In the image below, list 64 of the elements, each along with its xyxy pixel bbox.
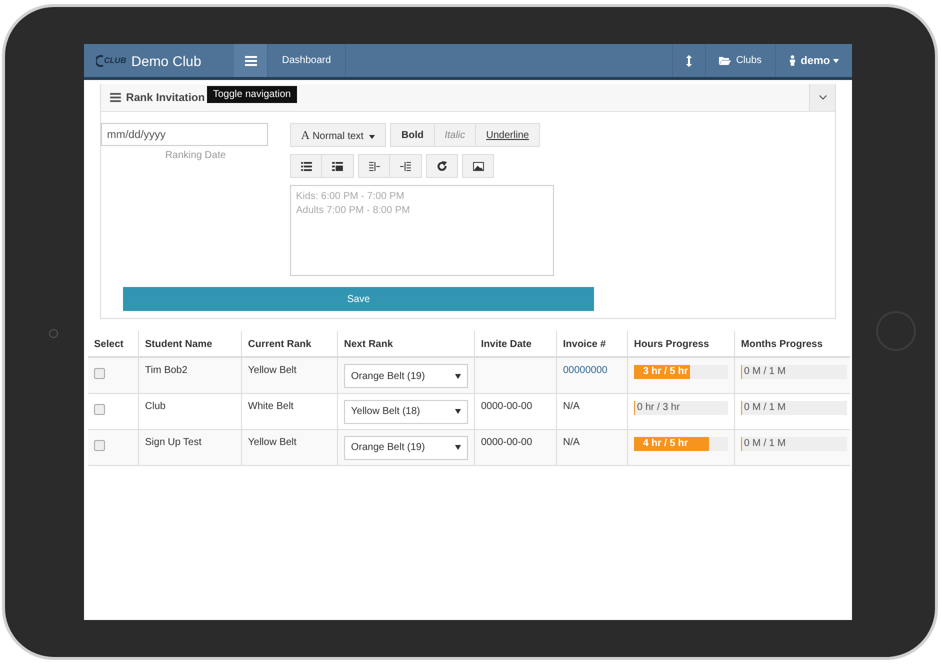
checkbox[interactable] xyxy=(94,368,105,379)
progress-label: 0 M / 1 M xyxy=(743,400,787,414)
nav-link[interactable]: Dashboard xyxy=(268,44,346,77)
table-cell: Yellow Belt xyxy=(248,365,297,376)
editor-text: Adults 7:00 PM - 8:00 PM xyxy=(296,204,411,218)
progress-label: 0 M / 1 M xyxy=(743,365,787,379)
chevron-down-icon xyxy=(818,95,826,100)
underline-button[interactable]: Underline xyxy=(476,123,540,147)
rank-select[interactable]: Yellow Belt (18) xyxy=(344,400,468,424)
person-icon xyxy=(788,55,796,66)
folder-icon xyxy=(719,56,732,65)
caret-icon xyxy=(455,445,461,450)
checkbox[interactable] xyxy=(94,440,105,450)
undo-button[interactable] xyxy=(426,154,458,178)
image-icon xyxy=(472,162,484,170)
outdent-button[interactable] xyxy=(358,154,390,178)
menu-icon xyxy=(244,56,256,66)
invoice-link[interactable]: 00000000 xyxy=(563,365,608,376)
number-list-button[interactable] xyxy=(322,154,354,178)
logo-text: CLUB xyxy=(104,56,126,65)
caret-icon xyxy=(455,374,461,378)
camera-icon xyxy=(49,329,58,338)
list-icon xyxy=(300,162,312,170)
tooltip: Toggle navigation xyxy=(207,86,297,103)
logo-icon xyxy=(96,54,104,66)
menu-icon xyxy=(110,93,121,102)
editor-text: Kids: 6:00 PM - 7:00 PM xyxy=(296,190,406,204)
table-cell: Club xyxy=(145,400,166,412)
table-cell: 0000-00-00 xyxy=(481,400,532,412)
bold-button[interactable]: Bold xyxy=(390,123,435,147)
checkbox[interactable] xyxy=(94,404,105,414)
table-cell: Tim Bob2 xyxy=(145,365,188,376)
indent-button[interactable] xyxy=(390,154,422,178)
redo-icon xyxy=(437,161,447,171)
user-menu-button[interactable]: demo xyxy=(774,44,852,77)
indent-icon xyxy=(400,162,411,170)
image-button[interactable] xyxy=(462,154,494,178)
clubs-button[interactable]: Clubs xyxy=(705,44,775,77)
text-style-dropdown[interactable]: A Normal text xyxy=(290,123,386,147)
vertical-arrows-icon xyxy=(686,54,692,66)
table-cell: N/A xyxy=(563,436,580,448)
italic-button[interactable]: Italic xyxy=(434,123,476,147)
table-cell: 0000-00-00 xyxy=(481,436,532,448)
brand-name[interactable]: Demo Club xyxy=(131,52,202,68)
panel-title: Rank Invitation xyxy=(126,92,205,104)
progress-label: 4 hr / 5 hr xyxy=(642,436,690,450)
outdent-icon xyxy=(368,162,380,170)
table-cell: White Belt xyxy=(248,400,294,412)
field-label: Ranking Date xyxy=(165,150,226,161)
list-icon xyxy=(332,162,343,170)
table-cell: Yellow Belt xyxy=(248,436,297,448)
table-cell: N/A xyxy=(563,400,580,412)
bullet-list-button[interactable] xyxy=(290,154,322,178)
progress-label: 0 hr / 3 hr xyxy=(636,400,681,414)
progress-label: 3 hr / 5 hr xyxy=(642,365,690,379)
table-cell: Sign Up Test xyxy=(145,436,202,448)
rank-select[interactable]: Orange Belt (19) xyxy=(344,436,468,460)
date-field[interactable]: mm/dd/yyyy xyxy=(101,123,268,146)
rank-select[interactable]: Orange Belt (19) xyxy=(344,364,468,388)
save-button[interactable]: Save xyxy=(123,287,594,311)
caret-icon xyxy=(833,58,839,62)
menu-toggle-button[interactable] xyxy=(234,44,268,77)
caret-icon xyxy=(455,409,461,414)
progress-label: 0 M / 1 M xyxy=(743,436,787,450)
